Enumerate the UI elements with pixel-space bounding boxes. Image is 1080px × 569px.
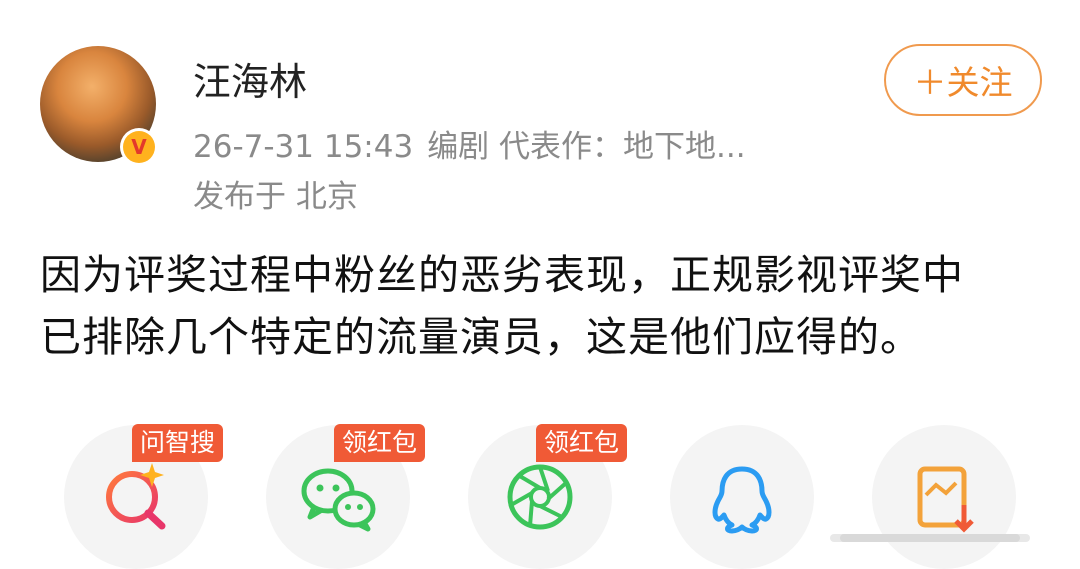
- user-title: 编剧 代表作：地下地...: [427, 129, 746, 165]
- share-badge: 领红包: [536, 424, 628, 462]
- follow-button[interactable]: ＋关注: [884, 44, 1042, 116]
- post-text-line: 因为评奖过程中粉丝的恶劣表现，正规影视评奖中: [40, 251, 964, 299]
- share-qq-button[interactable]: [670, 425, 814, 569]
- post-timestamp: 26-7-31 15:43: [193, 129, 414, 165]
- verified-badge-icon: V: [120, 128, 158, 166]
- post-content: 因为评奖过程中粉丝的恶劣表现，正规影视评奖中 已排除几个特定的流量演员，这是他们…: [40, 244, 1050, 368]
- post-text-line: 已排除几个特定的流量演员，这是他们应得的。: [40, 313, 922, 361]
- scroll-indicator: [830, 534, 1030, 542]
- share-badge: 问智搜: [132, 424, 224, 462]
- avatar[interactable]: V: [40, 46, 158, 166]
- post-location: 发布于 北京: [193, 179, 358, 215]
- username[interactable]: 汪海林: [193, 51, 307, 106]
- post-meta: 26-7-31 15:43 编剧 代表作：地下地...: [193, 121, 760, 166]
- share-badge: 领红包: [334, 424, 426, 462]
- qq-icon: [712, 466, 772, 534]
